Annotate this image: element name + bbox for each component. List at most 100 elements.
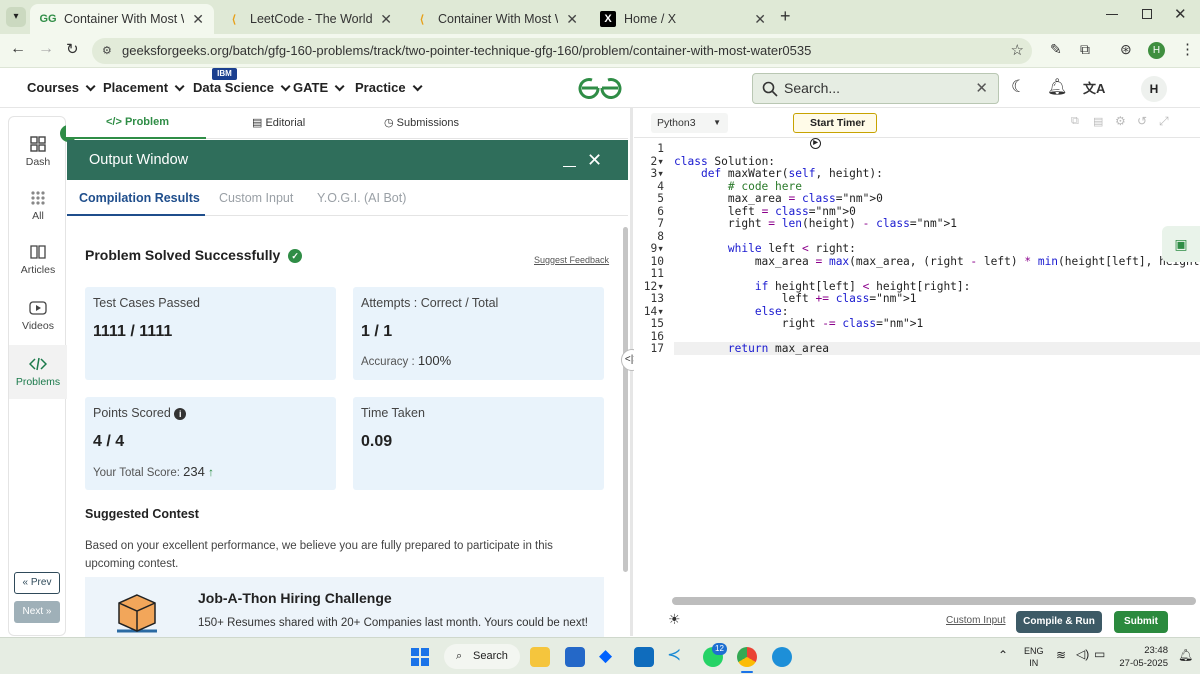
wifi-icon[interactable]: ≋ [1056,648,1066,662]
close-icon[interactable]: ✕ [566,11,578,28]
notification-bell-icon[interactable]: 🔔︎ [1047,77,1067,97]
submit-button[interactable]: Submit [1114,611,1168,633]
code-line[interactable]: return max_area [674,342,1200,355]
code-line[interactable]: if height[left] < height[right]: [674,280,971,293]
clear-search-icon[interactable]: ✕ [975,74,988,103]
bookmark-star-icon[interactable]: ☆ [1011,38,1024,64]
minimize-icon[interactable] [1106,14,1118,15]
editor-hscrollbar[interactable] [672,597,1196,605]
code-line[interactable]: left = class="nm">0 [674,205,856,218]
sidebar-item-problems[interactable]: Problems [9,345,67,399]
code-line[interactable]: else: [674,305,789,318]
browser-tab-leetcode-problem[interactable]: ⟨ Container With Most Water - Le ✕ [404,4,588,34]
file-explorer-icon[interactable] [530,647,550,667]
code-line[interactable]: left += class="nm">1 [674,292,917,305]
site-info-icon[interactable]: ⚙ [102,38,112,64]
tray-chevron-icon[interactable]: ⌃ [998,648,1008,662]
chrome-icon[interactable] [737,647,757,667]
tab-custom-input[interactable]: Custom Input [219,191,293,205]
chatgpt-icon[interactable]: ⊛ [1120,41,1132,58]
translate-icon[interactable]: 文A [1083,78,1105,97]
sidebar-item-dash[interactable]: Dash [9,135,67,168]
site-search-input[interactable]: Search... ✕ [752,73,999,104]
code-line[interactable]: def maxWater(self, height): [674,167,883,180]
code-line[interactable]: max_area = max(max_area, (right - left) … [674,255,1200,268]
code-area[interactable]: 1 2▾ class Solution: 3▾ def maxWater(self,… [634,140,1200,610]
browser-menu-icon[interactable]: ⋮ [1180,40,1195,58]
outlook-icon[interactable] [634,647,654,667]
clock[interactable]: 23:48 27-05-2025 [1116,644,1168,670]
address-bar[interactable]: ⚙ geeksforgeeks.org/batch/gfg-160-proble… [92,38,1032,64]
code-line[interactable]: right = len(height) - class="nm">1 [674,217,957,230]
copy-icon[interactable]: ⧉ [1071,115,1079,128]
code-line[interactable]: class Solution: [674,155,775,168]
dark-mode-icon[interactable]: ☾ [1011,77,1026,97]
feedback-chat-icon[interactable]: ▣ [1162,226,1200,262]
close-icon[interactable]: ✕ [192,11,204,28]
language-indicator[interactable]: ENG IN [1024,645,1044,669]
taskbar-search[interactable]: ⌕ Search [444,644,520,669]
gfg-logo-icon[interactable] [576,77,624,99]
close-output-icon[interactable]: ✕ [587,140,602,180]
pane-splitter[interactable] [630,108,633,636]
info-icon[interactable]: i [174,408,187,420]
sidebar-item-label: Problems [15,376,61,388]
store-icon[interactable] [565,647,585,667]
tab-compilation-results[interactable]: Compilation Results [79,191,200,205]
nav-gate[interactable]: GATE [293,80,345,95]
custom-input-link[interactable]: Custom Input [946,615,1005,626]
nav-practice[interactable]: Practice [355,80,423,95]
close-icon[interactable]: ✕ [754,11,766,28]
restore-icon[interactable] [1142,9,1152,19]
pen-extension-icon[interactable]: ✎ [1050,41,1062,58]
nav-courses[interactable]: Courses [27,80,96,95]
contest-card[interactable]: Job-A-Thon Hiring Challenge 150+ Resumes… [85,577,604,637]
tab-yogi-ai-bot[interactable]: Y.O.G.I. (AI Bot) [317,191,406,205]
compile-run-button[interactable]: Compile & Run [1016,611,1102,633]
code-line[interactable]: max_area = class="nm">0 [674,192,883,205]
sidebar-item-all[interactable]: All [9,189,67,222]
suggest-feedback-link[interactable]: Suggest Feedback [534,255,609,265]
code-line[interactable]: # code here [674,180,802,193]
fullscreen-icon[interactable]: ⤢ [1159,114,1169,129]
forward-icon[interactable]: → [38,40,54,58]
user-avatar[interactable]: H [1141,76,1167,102]
vscode-icon[interactable]: ≺ [667,645,681,665]
lightbulb-icon[interactable]: ☀ [668,611,681,628]
battery-icon[interactable]: ▭ [1094,647,1105,661]
reset-icon[interactable]: ↺ [1137,114,1147,128]
edge-icon[interactable] [772,647,792,667]
language-select[interactable]: Python3 ▼ [651,113,728,133]
settings-icon[interactable]: ⚙ [1115,114,1126,128]
code-line[interactable]: while left < right: [674,242,856,255]
browser-tab-leetcode[interactable]: ⟨ LeetCode - The World's Leading ✕ [216,4,402,34]
sidebar-item-videos[interactable]: Videos [9,299,67,332]
tab-submissions[interactable]: ◷ Submissions [384,116,459,129]
browser-tab-x[interactable]: X Home / X ✕ [590,4,776,34]
volume-icon[interactable]: ◁) [1076,647,1089,661]
close-icon[interactable]: ✕ [380,11,392,28]
nav-data-science[interactable]: Data Science [193,80,291,95]
sidebar-item-articles[interactable]: Articles [9,243,67,276]
reload-icon[interactable]: ↻ [66,40,79,58]
new-tab-icon[interactable]: + [780,6,791,27]
tab-editorial[interactable]: ▤ Editorial [252,116,305,129]
prev-button[interactable]: « Prev [14,572,60,594]
nav-placement[interactable]: Placement [103,80,185,95]
extensions-icon[interactable]: ⧉ [1080,41,1090,58]
windows-start-icon[interactable] [411,648,429,666]
profile-avatar[interactable]: H [1148,42,1165,59]
next-button[interactable]: Next » [14,601,60,623]
close-window-icon[interactable]: ✕ [1174,5,1187,23]
start-timer-button[interactable]: Start Timer ▶ [793,113,877,149]
dropbox-icon[interactable]: ◆ [599,646,612,666]
tab-search-button[interactable]: ▾ [6,7,26,27]
notification-center-icon[interactable]: 🔔︎ [1178,648,1193,662]
output-scrollbar[interactable] [623,227,628,572]
code-line[interactable]: right -= class="nm">1 [674,317,924,330]
back-icon[interactable]: ← [10,40,26,58]
browser-tab-gfg[interactable]: GG Container With Most Water | Pr ✕ [30,4,214,34]
file-icon[interactable]: ▤ [1093,115,1103,128]
minimize-output-icon[interactable] [563,166,576,167]
tab-problem[interactable]: </> Problem [106,116,169,128]
